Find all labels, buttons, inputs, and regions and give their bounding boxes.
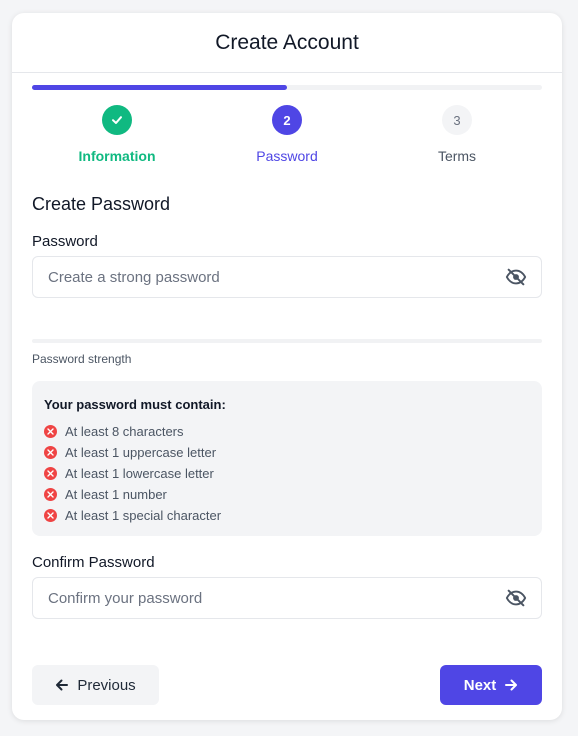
requirement-item: At least 1 number [44,484,530,505]
signup-card: Create Account Information 2 Password 3 … [12,13,562,720]
previous-button[interactable]: Previous [32,665,159,705]
step-label-information: Information [78,148,156,164]
next-button-label: Next [463,676,497,694]
error-x-icon [44,488,57,501]
confirm-password-placeholder: Confirm your password [48,589,203,607]
requirements-title: Your password must contain: [44,397,226,412]
check-icon [112,116,122,124]
confirm-password-label: Confirm Password [32,554,155,571]
progress-fill [32,85,287,90]
step-label-password: Password [256,148,318,164]
arrow-right-icon [505,679,518,691]
requirement-text: At least 1 lowercase letter [65,466,214,481]
section-title: Create Password [32,194,171,214]
next-button[interactable]: Next [440,665,542,705]
password-strength-label: Password strength [32,352,132,366]
requirement-item: At least 1 lowercase letter [44,463,530,484]
step-complete-circle [102,105,132,135]
step-information[interactable]: Information [37,105,197,164]
requirement-text: At least 8 characters [65,424,184,439]
password-requirements: Your password must contain: At least 8 c… [32,381,542,536]
error-x-icon [44,509,57,522]
eye-off-icon[interactable] [505,587,527,609]
page-title: Create Account [215,30,359,54]
requirement-text: At least 1 number [65,487,167,502]
step-number-circle: 2 [272,105,302,135]
arrow-left-icon [56,679,69,691]
confirm-password-input[interactable]: Confirm your password [32,577,542,619]
password-strength-bar [32,339,542,343]
previous-button-label: Previous [77,676,136,694]
password-label: Password [32,233,98,250]
password-input[interactable]: Create a strong password [32,256,542,298]
requirement-item: At least 1 special character [44,505,530,526]
requirement-item: At least 1 uppercase letter [44,442,530,463]
requirement-item: At least 8 characters [44,421,530,442]
step-label-terms: Terms [437,148,477,164]
eye-off-icon[interactable] [505,266,527,288]
error-x-icon [44,425,57,438]
requirement-text: At least 1 uppercase letter [65,445,217,460]
step-password[interactable]: 2 Password [207,105,367,164]
requirement-text: At least 1 special character [65,508,222,523]
error-x-icon [44,467,57,480]
card-header: Create Account [12,13,562,73]
error-x-icon [44,446,57,459]
step-terms[interactable]: 3 Terms [377,105,537,164]
password-placeholder: Create a strong password [48,268,220,286]
step-number-circle: 3 [442,105,472,135]
progress-bar [32,85,542,90]
